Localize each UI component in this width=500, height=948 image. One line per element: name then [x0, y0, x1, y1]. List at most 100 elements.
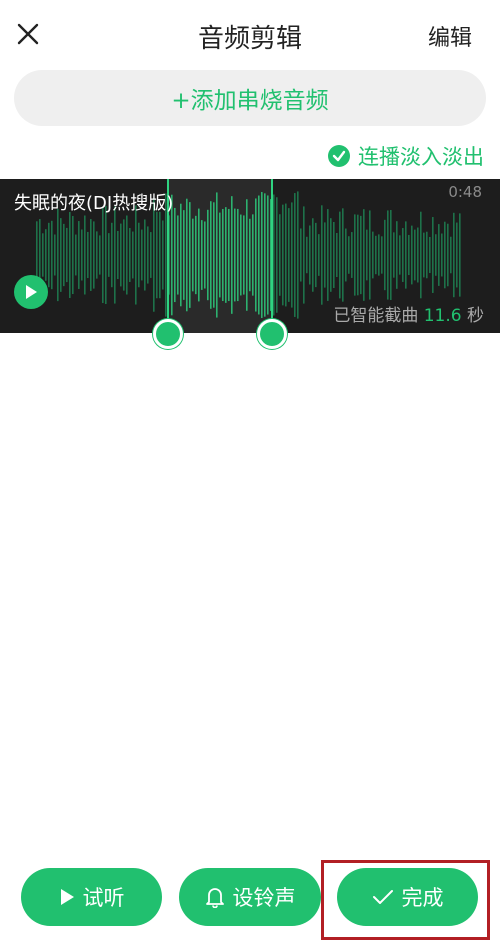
waveform-bar — [135, 205, 137, 305]
waveform-bar — [54, 234, 56, 276]
page-title: 音频剪辑 — [197, 24, 302, 54]
waveform-bar — [402, 228, 404, 282]
waveform-bar — [291, 202, 293, 308]
waveform-bar — [372, 231, 374, 279]
header-bar: 音频剪辑 编辑 — [0, 0, 500, 70]
waveform-bar — [432, 217, 434, 293]
waveform-bar — [87, 231, 89, 279]
play-icon — [26, 285, 37, 299]
play-icon — [59, 888, 75, 906]
waveform-bar — [351, 232, 353, 278]
waveform-bar — [177, 215, 179, 295]
waveform-bar — [72, 215, 74, 295]
smart-clip-seconds: 11.6 — [423, 306, 462, 326]
waveform-bar — [303, 206, 305, 304]
waveform-bar — [438, 224, 440, 286]
selection-start-handle[interactable] — [152, 319, 183, 349]
waveform-bar — [174, 207, 176, 303]
waveform-bar — [360, 215, 362, 295]
waveform-bar — [213, 202, 215, 308]
waveform-bar — [111, 222, 113, 288]
waveform-bar — [42, 233, 44, 277]
waveform-bar — [129, 228, 131, 282]
waveform-bar — [189, 202, 191, 308]
waveform-bar — [249, 218, 251, 292]
waveform-bar — [69, 211, 71, 299]
waveform-bar — [336, 232, 338, 278]
waveform-bar — [258, 195, 260, 315]
waveform-bar — [459, 213, 461, 297]
waveform-bar — [378, 234, 380, 276]
waveform-bar — [201, 220, 203, 290]
waveform-bar — [261, 192, 263, 318]
waveform-bar — [339, 211, 341, 299]
waveform-bar — [417, 227, 419, 283]
waveform-bar — [375, 235, 377, 275]
waveform-bar — [84, 215, 86, 295]
waveform-bar — [345, 228, 347, 282]
waveform-bar — [324, 222, 326, 288]
waveform-bar — [447, 223, 449, 287]
waveform-bar — [366, 229, 368, 281]
waveform-panel[interactable]: 失眠的夜(DJ热搜版) 0:48 已智能截曲 11.6 秒 — [0, 179, 500, 349]
waveform-bar — [120, 223, 122, 287]
bell-icon — [205, 886, 225, 908]
waveform-bar — [150, 232, 152, 278]
selection-end-line — [270, 179, 273, 333]
waveform-bar — [225, 207, 227, 303]
waveform-bar — [147, 226, 149, 284]
waveform-bar — [231, 196, 233, 314]
waveform-bar — [315, 222, 317, 288]
waveform-bar — [441, 233, 443, 277]
waveform-bar — [216, 192, 218, 318]
waveform-bar — [273, 194, 275, 316]
add-medley-audio-button[interactable]: +添加串烧音频 — [14, 70, 486, 126]
waveform-bar — [192, 218, 194, 292]
waveform-bar — [423, 232, 425, 278]
waveform-bar — [357, 214, 359, 296]
waveform-bar — [138, 222, 140, 288]
preview-label: 试听 — [82, 886, 125, 910]
waveform-bar — [222, 208, 224, 302]
waveform-bar — [264, 193, 266, 317]
waveform-bar — [66, 227, 68, 283]
edit-button[interactable]: 编辑 — [428, 20, 472, 52]
waveform-bar — [63, 223, 65, 287]
waveform-bar — [105, 205, 107, 305]
waveform-bar — [369, 210, 371, 300]
waveform-bar — [207, 209, 209, 301]
check-icon — [328, 145, 350, 167]
set-ringtone-button[interactable]: 设铃声 — [179, 868, 321, 926]
waveform-bar — [195, 215, 197, 295]
fade-toggle-label: 连播淡入淡出 — [358, 145, 484, 169]
waveform-bar — [234, 208, 236, 302]
waveform-bar — [123, 219, 125, 291]
waveform-bar — [93, 221, 95, 289]
waveform-bar — [450, 236, 452, 274]
waveform-bar — [321, 205, 323, 305]
waveform-bar — [186, 198, 188, 312]
waveform-bar — [132, 231, 134, 279]
waveform-bar — [294, 193, 296, 317]
song-title: 失眠的夜(DJ热搜版) — [14, 193, 174, 214]
play-button[interactable] — [14, 275, 48, 309]
waveform-bar — [252, 214, 254, 296]
waveform-bar — [348, 236, 350, 274]
waveform-bar — [228, 208, 230, 302]
waveform-bar — [102, 206, 104, 304]
waveform-bar — [330, 218, 332, 292]
waveform-bar — [453, 212, 455, 298]
waveform-bar — [75, 234, 77, 276]
waveform-bar — [300, 228, 302, 282]
waveform-bar — [435, 234, 437, 276]
waveform-bar — [114, 206, 116, 304]
preview-button[interactable]: 试听 — [21, 868, 162, 926]
waveform-bar — [363, 209, 365, 301]
waveform-bar — [117, 230, 119, 280]
waveform-bar — [156, 211, 158, 299]
waveform-bar — [327, 209, 329, 301]
waveform-bar — [141, 229, 143, 281]
fade-toggle[interactable]: 连播淡入淡出 — [328, 141, 484, 171]
waveform-bar — [204, 221, 206, 289]
selection-end-handle[interactable] — [256, 319, 287, 349]
